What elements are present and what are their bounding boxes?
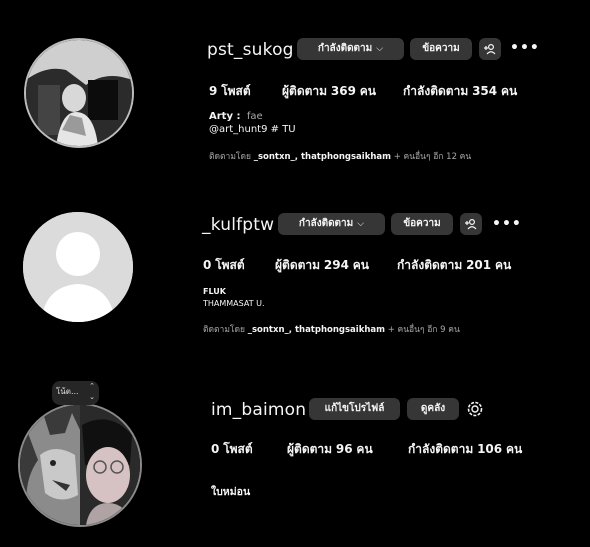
message-button-label: ข้อความ: [403, 218, 441, 229]
settings-icon[interactable]: [465, 399, 485, 419]
note-bubble[interactable]: โน้ต... ⌃ ⌄: [52, 381, 99, 405]
following-button[interactable]: กำลังติดตาม ⌵: [278, 213, 385, 235]
note-expand-icon: ⌃ ⌄: [89, 382, 95, 401]
followed-by-text[interactable]: ติดตามโดย _sontxn_, thatphongsaikham + ค…: [209, 149, 471, 163]
following-count[interactable]: กำลังติดตาม 106 คน: [408, 440, 522, 459]
followed-by-text[interactable]: ติดตามโดย _sontxn_, thatphongsaikham + ค…: [203, 322, 460, 336]
following-button-label: กำลังติดตาม: [317, 43, 373, 54]
default-avatar-icon: [23, 212, 133, 322]
following-count[interactable]: กำลังติดตาม 354 คน: [403, 82, 517, 101]
suggest-people-button[interactable]: [460, 213, 482, 235]
edit-profile-button[interactable]: แก้ไขโปรไฟล์: [309, 398, 400, 420]
profile-card-kulfptw: _kulfptw กำลังติดตาม ⌵ ข้อความ ••• 0 โพสต…: [0, 180, 590, 360]
message-button[interactable]: ข้อความ: [391, 213, 453, 235]
posts-count: 0 โพสต์: [211, 442, 253, 456]
edit-profile-label: แก้ไขโปรไฟล์: [324, 403, 385, 414]
avatar-photo: [20, 405, 140, 525]
avatar[interactable]: [18, 403, 142, 527]
profile-username: _kulfptw: [202, 215, 275, 235]
posts-count: 9 โพสต์: [209, 84, 251, 98]
following-button[interactable]: กำลังติดตาม ⌵: [297, 38, 404, 60]
bio-name: Arty : fae: [209, 111, 263, 122]
more-options-icon[interactable]: •••: [492, 217, 522, 231]
more-options-icon[interactable]: •••: [510, 41, 540, 55]
avatar[interactable]: [23, 212, 133, 322]
suggest-people-button[interactable]: [479, 38, 501, 60]
view-archive-label: ดูคลัง: [420, 403, 446, 414]
avatar-photo: [26, 40, 132, 146]
profile-username: im_baimon: [211, 400, 307, 420]
following-button-label: กำลังติดตาม: [298, 218, 354, 229]
followers-count[interactable]: ผู้ติดตาม 294 คน: [275, 256, 369, 275]
profile-username: pst_sukog: [207, 40, 294, 60]
add-person-icon: [465, 218, 477, 230]
followers-count[interactable]: ผู้ติดตาม 369 คน: [282, 82, 376, 101]
message-button[interactable]: ข้อความ: [410, 38, 472, 60]
bio-name: FLUK: [203, 287, 226, 296]
note-text: โน้ต...: [56, 387, 79, 396]
followers-count[interactable]: ผู้ติดตาม 96 คน: [287, 440, 373, 459]
following-count[interactable]: กำลังติดตาม 201 คน: [397, 256, 511, 275]
bio-name: ใบหม่อน: [211, 486, 251, 498]
avatar[interactable]: [24, 38, 134, 148]
add-person-icon: [484, 43, 496, 55]
chevron-down-icon: ⌵: [357, 219, 365, 229]
message-button-label: ข้อความ: [422, 43, 460, 54]
posts-count: 0 โพสต์: [203, 258, 245, 272]
view-archive-button[interactable]: ดูคลัง: [407, 398, 459, 420]
profile-card-im-baimon: โน้ต... ⌃ ⌄ im_baimon แก้ไขโปรไฟล์ ดูคลัง…: [0, 360, 590, 547]
chevron-down-icon: ⌵: [376, 44, 384, 54]
bio-text: @art_hunt9 # TU: [209, 124, 296, 135]
profile-card-pst-sukog: pst_sukog กำลังติดตาม ⌵ ข้อความ ••• 9 โพส…: [0, 0, 590, 180]
bio-text: THAMMASAT U.: [203, 299, 265, 308]
